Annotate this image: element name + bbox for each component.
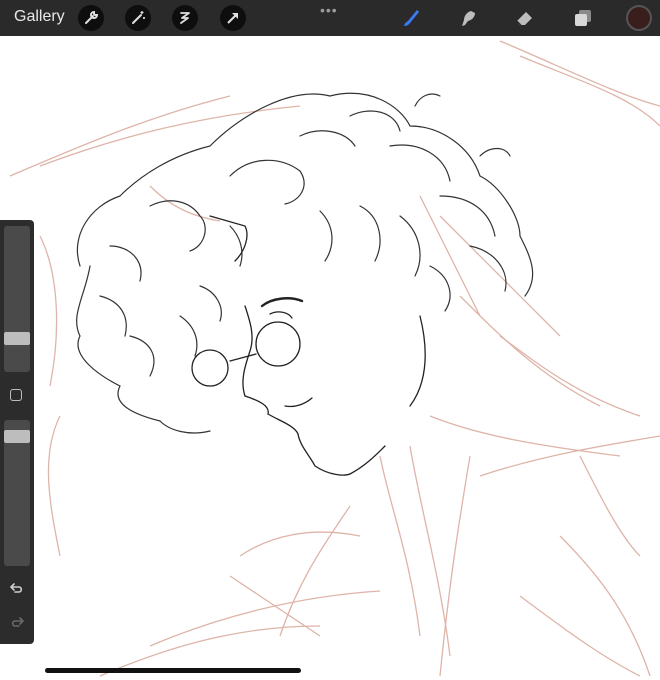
modify-button[interactable]	[10, 389, 22, 401]
wrench-icon[interactable]	[78, 5, 104, 31]
layers-icon[interactable]	[570, 5, 596, 31]
brush-size-thumb[interactable]	[4, 332, 30, 345]
color-picker-swatch[interactable]	[626, 5, 652, 31]
more-options-icon[interactable]: •••	[320, 2, 338, 18]
smudge-icon[interactable]	[455, 5, 481, 31]
drawing-canvas[interactable]	[0, 36, 660, 680]
magic-wand-icon[interactable]	[125, 5, 151, 31]
transform-icon[interactable]	[220, 5, 246, 31]
redo-icon[interactable]	[9, 614, 25, 630]
sketch-artwork	[9, 40, 660, 677]
left-sidebar	[0, 220, 34, 644]
top-toolbar: Gallery •••	[0, 0, 660, 36]
eraser-icon[interactable]	[512, 5, 538, 31]
home-indicator[interactable]	[45, 668, 301, 673]
selection-icon[interactable]	[172, 5, 198, 31]
brush-icon[interactable]	[398, 5, 424, 31]
brush-size-slider[interactable]	[4, 226, 30, 372]
gallery-button[interactable]: Gallery	[14, 8, 65, 26]
undo-icon[interactable]	[9, 580, 25, 596]
opacity-thumb[interactable]	[4, 430, 30, 443]
opacity-slider[interactable]	[4, 420, 30, 566]
